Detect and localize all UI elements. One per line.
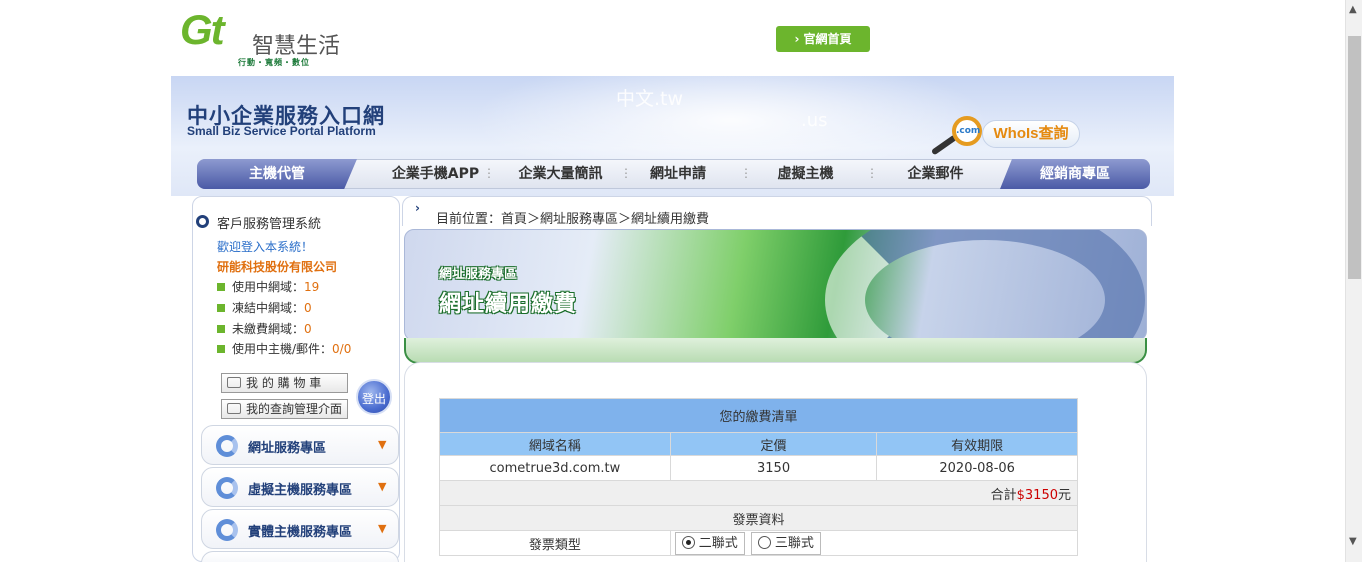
scrollbar-thumb[interactable] xyxy=(1348,36,1361,279)
stat-frozen-domains[interactable]: 凍結中網域：0 xyxy=(217,299,312,316)
column-header-domain: 網域名稱 xyxy=(439,432,671,456)
swirl-icon xyxy=(216,435,238,457)
service-next-zone[interactable] xyxy=(201,551,399,562)
radio-icon[interactable] xyxy=(757,535,771,549)
whois-label: WhoIs查詢 xyxy=(982,120,1080,148)
payment-table: 您的繳費清單 網域名稱 定價 有效期限 cometrue3d.com.tw 31… xyxy=(439,398,1079,556)
payment-table-title: 您的繳費清單 xyxy=(439,398,1078,433)
invoice-type-options: 二聯式 三聯式 xyxy=(669,530,1079,556)
nav-item-virtual-host[interactable]: 虛擬主機 xyxy=(758,160,853,188)
cell-price: 3150 xyxy=(669,455,878,481)
main-nav: 主機代管 企業手機APP ⋮ 企業大量簡訊 ⋮ 網址申請 ⋮ 虛擬主機 ⋮ 企業… xyxy=(197,159,1150,189)
logo-name: 智慧生活 xyxy=(252,34,341,59)
nav-separator: ⋮ xyxy=(866,166,878,180)
square-bullet-icon xyxy=(217,304,225,312)
magnifier-icon: .com xyxy=(952,116,982,146)
column-header-expiry: 有效期限 xyxy=(876,432,1078,456)
triangle-down-icon: ▼ xyxy=(378,522,387,535)
scroll-down-icon[interactable]: ▼ xyxy=(1349,536,1357,547)
square-bullet-icon xyxy=(217,325,225,333)
nav-separator: ⋮ xyxy=(483,166,495,180)
nav-reseller[interactable]: 經銷商專區 xyxy=(1000,159,1150,189)
banner-ghost-text-tw: 中文.tw xyxy=(616,88,684,110)
folder-icon xyxy=(227,403,241,414)
vertical-scrollbar[interactable]: ▲ ▼ xyxy=(1345,0,1362,562)
gt-swirl-graphic xyxy=(825,230,1145,340)
logout-button[interactable]: 登出 xyxy=(356,379,392,415)
cell-domain: cometrue3d.com.tw xyxy=(439,455,671,481)
column-header-price: 定價 xyxy=(669,432,878,456)
invoice-type-label: 發票類型 xyxy=(439,530,671,556)
swirl-icon xyxy=(216,477,238,499)
service-domain-zone[interactable]: 網址服務專區 ▼ xyxy=(201,425,399,465)
nav-colocation[interactable]: 主機代管 xyxy=(197,159,357,189)
invoice-option-duplicate[interactable]: 二聯式 xyxy=(674,531,745,555)
stat-unpaid-domains[interactable]: 未繳費網域：0 xyxy=(217,320,312,337)
hero-subtitle: 網址服務專區 xyxy=(439,267,518,282)
page-hero: 網址服務專區 網址續用繳費 xyxy=(404,229,1147,341)
circle-bullet-icon xyxy=(196,215,209,228)
query-management-button[interactable]: 我的查詢管理介面 xyxy=(221,399,348,419)
cart-icon xyxy=(227,377,241,388)
triangle-down-icon: ▼ xyxy=(378,480,387,493)
nav-separator: ⋮ xyxy=(740,166,752,180)
scroll-up-icon[interactable]: ▲ xyxy=(1349,4,1357,15)
welcome-text: 歡迎登入本系統！ xyxy=(217,240,314,254)
stat-active-domains[interactable]: 使用中網域：19 xyxy=(217,278,319,295)
nav-item-enterprise-mail[interactable]: 企業郵件 xyxy=(888,160,983,188)
shopping-cart-button[interactable]: 我 的 購 物 車 xyxy=(221,373,348,393)
chevron-right-icon: › xyxy=(415,201,420,215)
breadcrumb-bar: › 目前位置：首頁＞網址服務專區＞網址續用繳費 xyxy=(402,196,1152,227)
square-bullet-icon xyxy=(217,345,225,353)
logo-mark: Gt xyxy=(180,6,225,53)
service-virtual-host-zone[interactable]: 虛擬主機服務專區 ▼ xyxy=(201,467,399,507)
banner-ghost-text-us: .us xyxy=(801,110,828,131)
breadcrumb: 目前位置：首頁＞網址服務專區＞網址續用繳費 xyxy=(436,212,710,227)
whois-button[interactable]: .com WhoIs查詢 xyxy=(926,112,1086,156)
total-amount: $3150 xyxy=(1016,487,1058,503)
service-dedicated-host-zone[interactable]: 實體主機服務專區 ▼ xyxy=(201,509,399,549)
page-title: 網址續用繳費 xyxy=(439,292,578,317)
invoice-option-triplicate[interactable]: 三聯式 xyxy=(750,531,821,555)
radio-selected-icon[interactable] xyxy=(681,535,695,549)
cell-expiry: 2020-08-06 xyxy=(876,455,1078,481)
portal-subtitle-en: Small Biz Service Portal Platform xyxy=(187,124,376,138)
sidebar-title: 客戶服務管理系統 xyxy=(196,213,321,232)
swirl-icon xyxy=(216,519,238,541)
square-bullet-icon xyxy=(217,283,225,291)
triangle-down-icon: ▼ xyxy=(378,438,387,451)
gt-logo[interactable]: Gt 智慧生活 行動・寬頻・數位 xyxy=(180,6,340,70)
nav-item-mobile-app[interactable]: 企業手機APP xyxy=(373,160,498,188)
nav-item-bulk-sms[interactable]: 企業大量簡訊 xyxy=(498,160,623,188)
company-name: 研能科技股份有限公司 xyxy=(217,260,338,274)
table-row: cometrue3d.com.tw 3150 2020-08-06 xyxy=(439,455,1078,481)
nav-item-domain-apply[interactable]: 網址申請 xyxy=(633,160,723,188)
official-home-button[interactable]: › 官網首頁 xyxy=(776,26,870,52)
sidebar: 客戶服務管理系統 歡迎登入本系統！ 研能科技股份有限公司 使用中網域：19 凍結… xyxy=(192,196,400,562)
hero-bottom-bar xyxy=(404,338,1147,364)
logo-tagline: 行動・寬頻・數位 xyxy=(238,58,310,67)
total-row: 合計$3150元 xyxy=(439,480,1078,506)
stat-hosts-mail[interactable]: 使用中主機/郵件：0/0 xyxy=(217,340,351,357)
invoice-section-header: 發票資料 xyxy=(439,505,1078,531)
page: Gt 智慧生活 行動・寬頻・數位 › 官網首頁 中小企業服務入口網 Small … xyxy=(0,0,1362,562)
nav-separator: ⋮ xyxy=(620,166,632,180)
